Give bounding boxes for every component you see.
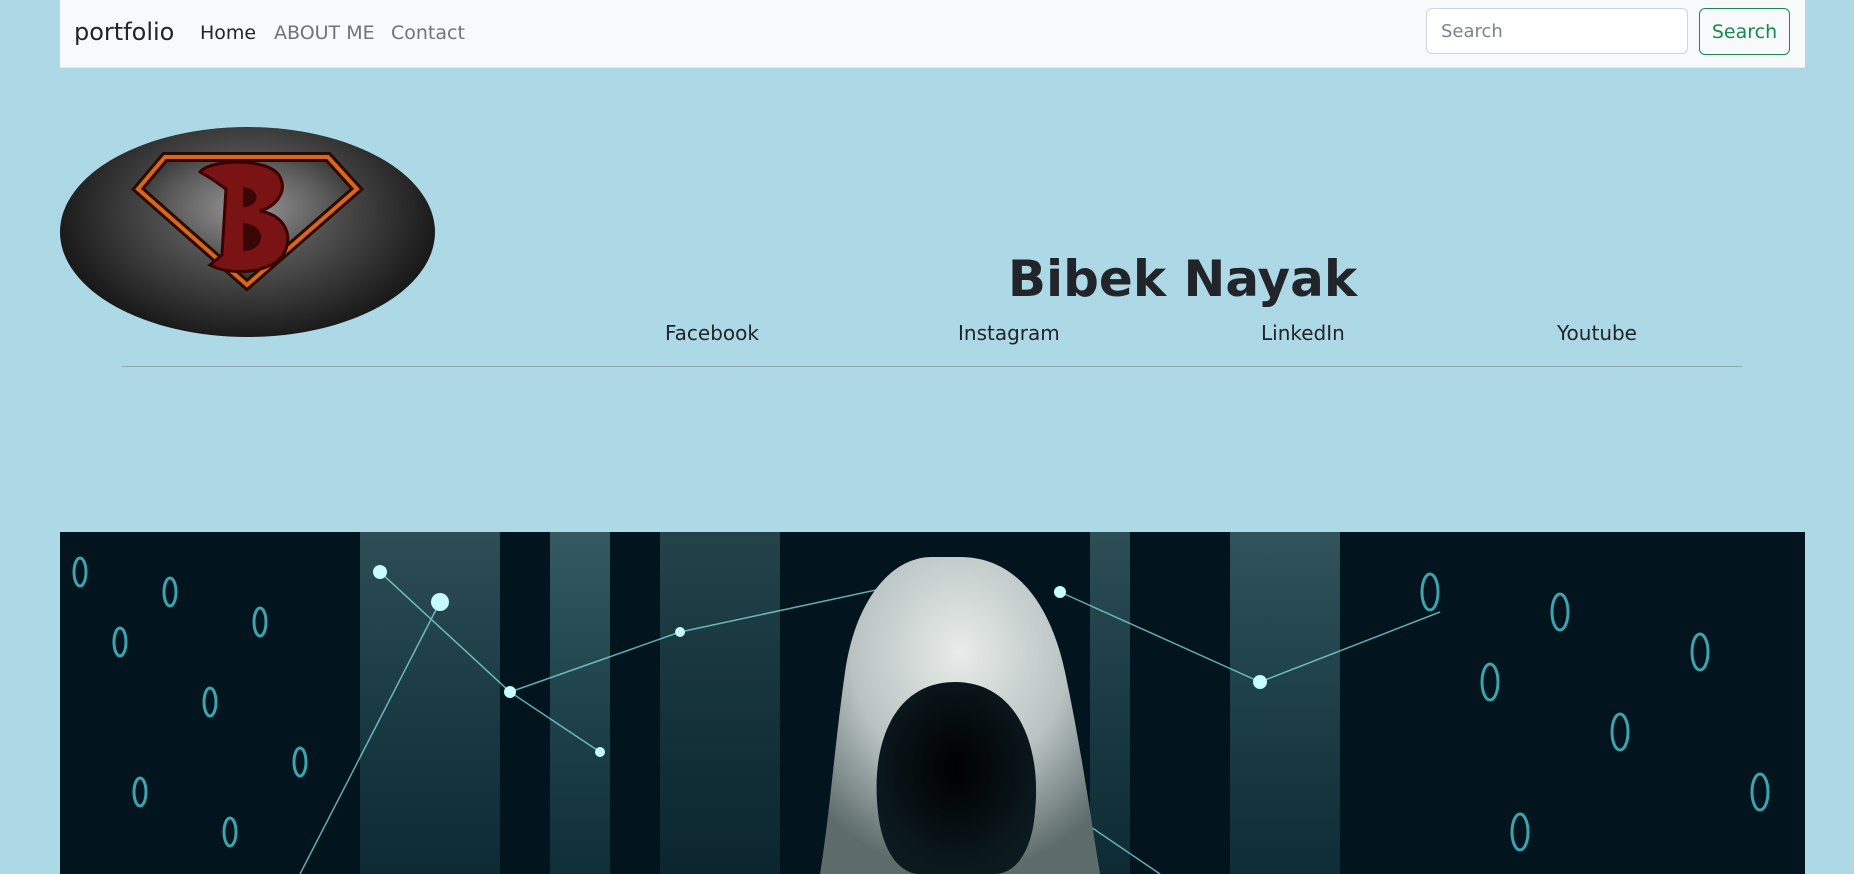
site-title: Bibek Nayak <box>1007 249 1358 308</box>
brand-link[interactable]: portfolio <box>74 18 174 46</box>
nav-home[interactable]: Home <box>200 22 256 44</box>
instagram-link[interactable]: Instagram <box>958 321 1060 345</box>
youtube-link[interactable]: Youtube <box>1557 321 1637 345</box>
hooded-hacker-binary-graphic <box>60 532 1805 874</box>
nav-contact[interactable]: Contact <box>391 22 465 44</box>
header-divider <box>122 366 1742 367</box>
linkedin-link[interactable]: LinkedIn <box>1261 321 1345 345</box>
facebook-link[interactable]: Facebook <box>665 321 759 345</box>
top-navbar: portfolio Home ABOUT ME Contact Search <box>60 0 1805 68</box>
search-input[interactable] <box>1426 8 1688 54</box>
hero-image <box>60 532 1805 874</box>
nav-about-me[interactable]: ABOUT ME <box>274 22 375 44</box>
search-button[interactable]: Search <box>1699 8 1790 55</box>
